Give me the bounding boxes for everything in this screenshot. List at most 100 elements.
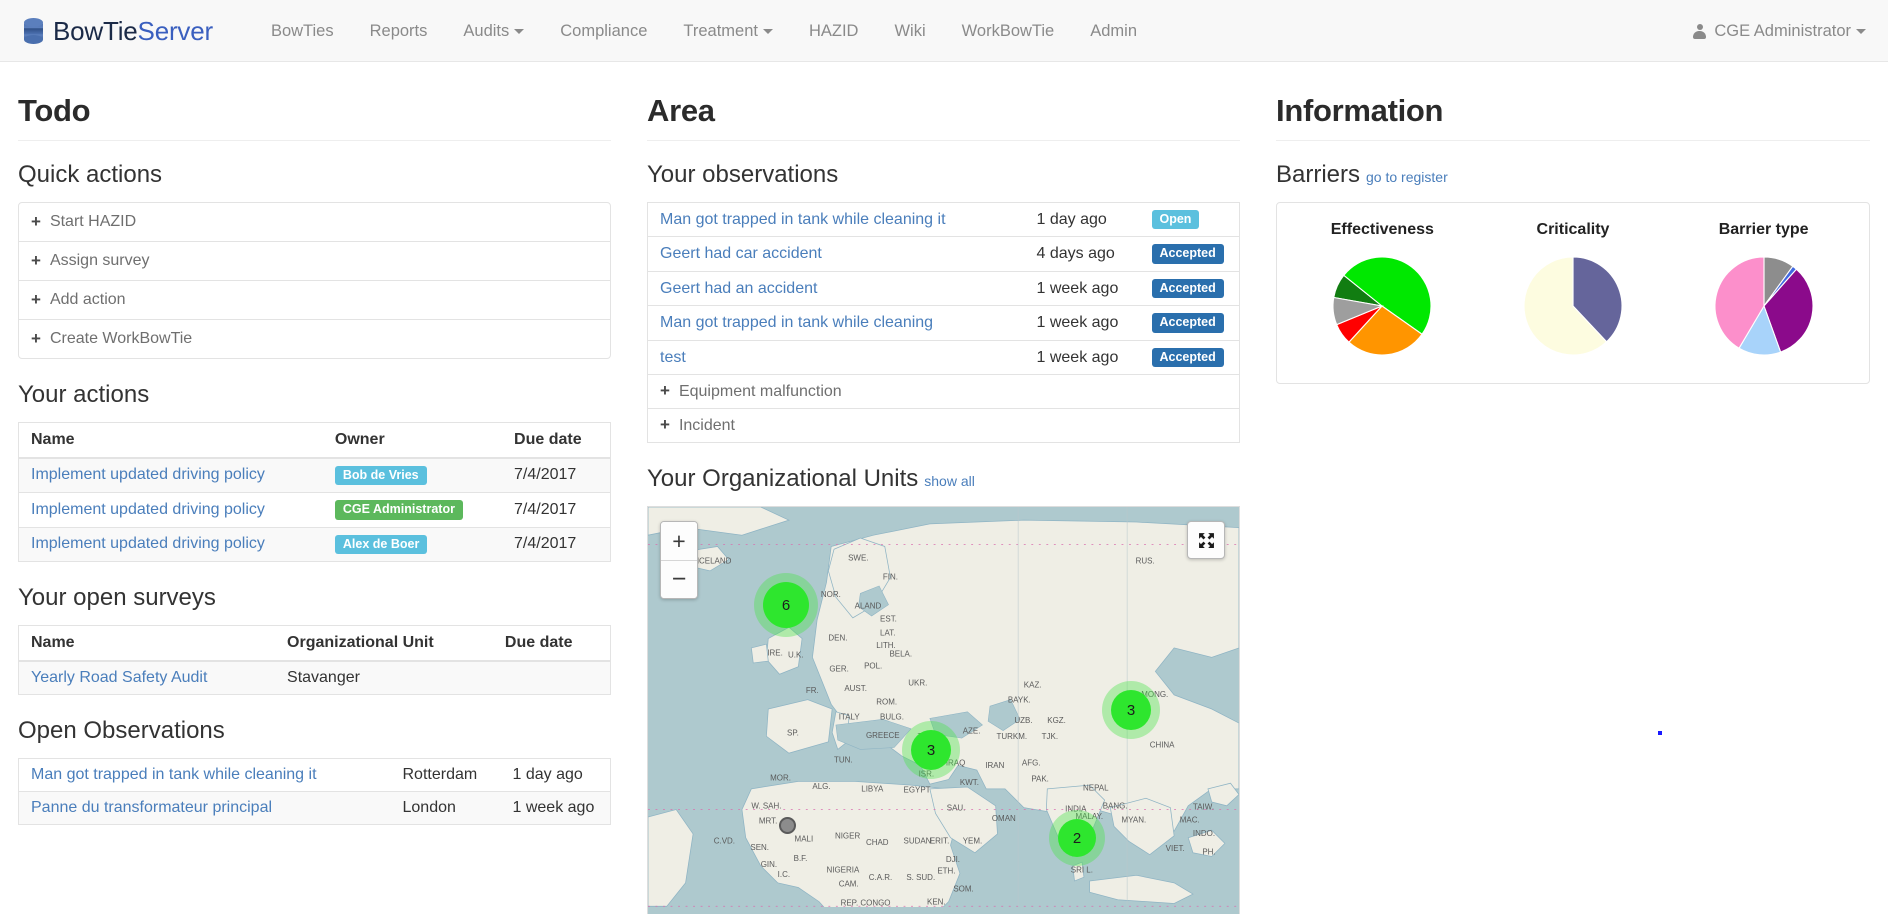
status-badge: Accepted xyxy=(1152,313,1224,333)
dashboard-columns: Todo Quick actions +Start HAZID+Assign s… xyxy=(0,62,1888,914)
map-zoom-in-button[interactable]: + xyxy=(661,522,697,560)
map-cluster-marker[interactable]: 3 xyxy=(902,721,960,779)
quick-action-item[interactable]: +Create WorkBowTie xyxy=(19,320,610,358)
nav-link-hazid[interactable]: HAZID xyxy=(791,0,877,62)
map-cluster-marker[interactable]: 2 xyxy=(1049,810,1105,866)
map-fullscreen-button[interactable] xyxy=(1187,521,1225,559)
observation-name-link[interactable]: Man got trapped in tank while cleaning i… xyxy=(660,211,946,228)
add-observation-row[interactable]: +Equipment malfunction xyxy=(648,375,1240,409)
observation-name-link[interactable]: Man got trapped in tank while cleaning i… xyxy=(31,766,317,783)
page-title-todo: Todo xyxy=(18,94,611,128)
map-country-label: I.C. xyxy=(778,870,790,879)
nav-link-treatment[interactable]: Treatment xyxy=(665,0,791,62)
add-observation-cell[interactable]: +Incident xyxy=(648,409,1240,443)
observation-name-cell: Man got trapped in tank while cleaning i… xyxy=(648,202,1025,237)
brand-logo[interactable]: BowTieServer xyxy=(18,18,219,44)
page-title-area: Area xyxy=(647,94,1240,128)
stray-marker-dot xyxy=(1658,731,1662,735)
quick-action-item[interactable]: +Start HAZID xyxy=(19,203,610,242)
map-cluster-count: 2 xyxy=(1058,819,1096,857)
observation-name-cell: Panne du transformateur principal xyxy=(19,791,391,824)
barriers-heading: Barriersgo to register xyxy=(1276,161,1870,190)
fullscreen-icon xyxy=(1198,532,1215,549)
nav-link-audits[interactable]: Audits xyxy=(445,0,542,62)
map-country-label: LAT. xyxy=(880,629,895,638)
table-row: Man got trapped in tank while cleaning i… xyxy=(648,202,1240,237)
map-country-label: CAM. xyxy=(839,880,859,889)
add-observation-row[interactable]: +Incident xyxy=(648,409,1240,443)
action-name-link[interactable]: Implement updated driving policy xyxy=(31,535,265,552)
show-all-link[interactable]: show all xyxy=(924,473,975,489)
map-zoom-out-button[interactable]: − xyxy=(661,560,697,598)
quick-action-item[interactable]: +Add action xyxy=(19,281,610,320)
nav-link-label: BowTies xyxy=(271,22,334,40)
table-row: Yearly Road Safety AuditStavanger xyxy=(19,661,611,695)
nav-link-bowties[interactable]: BowTies xyxy=(253,0,352,62)
survey-due-date-cell xyxy=(493,661,611,695)
section-open-observations: Open Observations Man got trapped in tan… xyxy=(18,717,611,825)
plus-icon: + xyxy=(31,252,41,269)
observation-name-link[interactable]: Man got trapped in tank while cleaning xyxy=(660,314,933,331)
nav-link-compliance[interactable]: Compliance xyxy=(542,0,665,62)
table-row: Implement updated driving policyCGE Admi… xyxy=(19,493,611,528)
map-country-label: EGYPT xyxy=(904,786,931,795)
map-country-label: FR. xyxy=(806,686,819,695)
nav-link-wiki[interactable]: Wiki xyxy=(876,0,943,62)
map-country-label: MOR. xyxy=(770,774,791,783)
observation-name-link[interactable]: Geert had car accident xyxy=(660,245,822,262)
column-todo: Todo Quick actions +Start HAZID+Assign s… xyxy=(0,84,629,914)
user-menu[interactable]: CGE Administrator xyxy=(1693,0,1866,62)
org-units-heading: Your Organizational Unitsshow all xyxy=(647,465,1240,494)
brand-text: BowTieServer xyxy=(53,18,213,44)
observation-name-link[interactable]: Geert had an accident xyxy=(660,280,817,297)
pie-chart[interactable] xyxy=(1518,251,1628,361)
survey-name-link[interactable]: Yearly Road Safety Audit xyxy=(31,669,207,686)
map-cluster-marker[interactable]: 3 xyxy=(1102,681,1160,739)
nav-link-admin[interactable]: Admin xyxy=(1072,0,1155,62)
observation-age-cell: 1 week ago xyxy=(1025,306,1140,341)
nav-link-label: Reports xyxy=(370,22,428,40)
map-country-label: SP. xyxy=(787,729,799,738)
map-country-label: CHINA xyxy=(1150,741,1175,750)
add-observation-cell[interactable]: +Equipment malfunction xyxy=(648,375,1240,409)
observation-age-cell: 1 week ago xyxy=(1025,271,1140,306)
divider xyxy=(647,140,1240,141)
column-header: Name xyxy=(19,625,276,661)
table-row: Man got trapped in tank while cleaning 1 … xyxy=(648,306,1240,341)
map-country-label: IRE. xyxy=(767,649,782,658)
quick-action-item[interactable]: +Assign survey xyxy=(19,242,610,281)
map-country-label: GREECE xyxy=(866,731,900,740)
go-to-register-link[interactable]: go to register xyxy=(1366,169,1448,185)
pie-chart[interactable] xyxy=(1709,251,1819,361)
action-name-cell: Implement updated driving policy xyxy=(19,527,323,562)
column-area: Area Your observations Man got trapped i… xyxy=(629,84,1258,914)
chevron-down-icon xyxy=(1856,29,1866,34)
map-cluster-count: 3 xyxy=(1111,690,1151,730)
nav-link-reports[interactable]: Reports xyxy=(352,0,446,62)
open-observations-table: Man got trapped in tank while cleaning i… xyxy=(18,758,611,825)
map-country-label: BAYK. xyxy=(1008,696,1031,705)
action-owner-cell: Bob de Vries xyxy=(323,458,502,493)
quick-action-label: Add action xyxy=(50,288,126,312)
pie-chart[interactable] xyxy=(1327,251,1437,361)
map-country-label: ITALY xyxy=(839,713,861,722)
observation-name-link[interactable]: Panne du transformateur principal xyxy=(31,799,272,816)
observation-name-link[interactable]: test xyxy=(660,349,686,366)
open-surveys-heading: Your open surveys xyxy=(18,584,611,613)
map-country-label: BELA. xyxy=(889,650,912,659)
map-country-label: SAU. xyxy=(947,804,966,813)
map-cluster-marker[interactable]: 6 xyxy=(754,573,818,637)
action-name-link[interactable]: Implement updated driving policy xyxy=(31,501,265,518)
org-units-map[interactable]: ICELANDSWE.FIN.NOR.ALANDEST.LAT.LITH.IRE… xyxy=(647,506,1240,914)
pie-chart-block: Criticality xyxy=(1479,221,1668,361)
action-name-cell: Implement updated driving policy xyxy=(19,493,323,528)
observation-status-cell: Accepted xyxy=(1140,237,1240,272)
action-name-link[interactable]: Implement updated driving policy xyxy=(31,466,265,483)
table-row: Panne du transformateur principalLondon1… xyxy=(19,791,611,824)
pie-chart-block: Barrier type xyxy=(1669,221,1858,361)
map-country-label: ERIT. xyxy=(930,837,949,846)
nav-link-label: WorkBowTie xyxy=(962,22,1055,40)
map-country-label: AFG. xyxy=(1022,759,1041,768)
section-your-observations: Your observations Man got trapped in tan… xyxy=(647,161,1240,443)
nav-link-workbowtie[interactable]: WorkBowTie xyxy=(944,0,1073,62)
